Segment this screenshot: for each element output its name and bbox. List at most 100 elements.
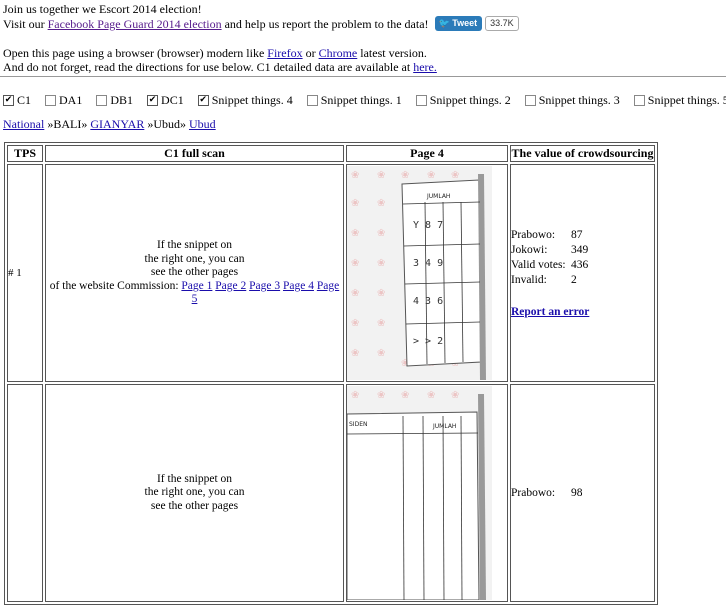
- filter-bar: ✔ C1 DA1 DB1 ✔ DC1 ✔ Snippet things. 4 Snippet t…: [3, 92, 726, 108]
- vote-label: Prabowo:: [511, 228, 556, 241]
- filter-snippet-things-4[interactable]: ✔ Snippet things. 4: [197, 92, 293, 108]
- svg-text:❀: ❀: [351, 348, 359, 359]
- c1-snippet-image[interactable]: ❀❀❀❀❀ ❀❀❀❀ ❀❀❀❀ ❀❀❀❀ ❀❀❀ JUMLAH: [347, 166, 492, 380]
- page-link-3[interactable]: Page 3: [249, 280, 280, 292]
- svg-text:❀: ❀: [351, 258, 359, 269]
- tweet-widget[interactable]: 🐦 Tweet 33.7K: [434, 15, 519, 32]
- svg-text:❀: ❀: [401, 390, 409, 401]
- vote-label: Jokowi:: [511, 243, 548, 256]
- c1-snippet-image[interactable]: ❀❀❀❀❀ ❀❀❀❀ SIDEN JUMLAH: [347, 386, 492, 600]
- tps-cell: [7, 384, 43, 602]
- checkbox-empty-icon[interactable]: [45, 94, 57, 106]
- intro-line-2: Visit our Facebook Page Guard 2014 elect…: [3, 15, 519, 33]
- page-link-1[interactable]: Page 1: [181, 280, 212, 292]
- filter-label: DC1: [161, 93, 184, 107]
- vote-value: 349: [571, 243, 589, 256]
- svg-text:❀: ❀: [377, 258, 385, 269]
- snippet-header-left: SIDEN: [349, 421, 367, 428]
- snippet-svg: ❀❀❀❀❀ ❀❀❀❀ SIDEN JUMLAH: [347, 386, 492, 600]
- twitter-bird-icon: 🐦: [438, 18, 450, 29]
- vote-label: Valid votes:: [511, 258, 566, 271]
- breadcrumb-gianyar[interactable]: GIANYAR: [90, 117, 144, 131]
- checkbox-checked-icon[interactable]: ✔: [147, 94, 159, 106]
- filter-c1[interactable]: ✔ C1: [3, 92, 31, 108]
- filter-label: Snippet things. 5: [647, 93, 726, 107]
- header-tps: TPS: [7, 145, 43, 162]
- checkbox-empty-icon[interactable]: [96, 94, 108, 106]
- breadcrumb-ubud[interactable]: Ubud: [189, 117, 216, 131]
- header-c1-scan: C1 full scan: [45, 145, 344, 162]
- vote-label: Invalid:: [511, 273, 547, 286]
- filter-label: C1: [17, 93, 32, 107]
- crowdsourcing-cell: Prabowo: 87 Jokowi: 349 Valid votes: 436 Inval…: [510, 164, 655, 382]
- svg-text:❀: ❀: [351, 390, 359, 401]
- snippet-header: JUMLAH: [426, 193, 450, 200]
- filter-snippet-things-1[interactable]: Snippet things. 1: [306, 92, 402, 108]
- filter-snippet-things-2[interactable]: Snippet things. 2: [415, 92, 511, 108]
- page-link-2[interactable]: Page 2: [215, 280, 246, 292]
- header-page: Page 4: [346, 145, 508, 162]
- vote-value: 87: [571, 228, 583, 241]
- checkbox-empty-icon[interactable]: [415, 94, 427, 106]
- tps-cell: # 1: [7, 164, 43, 382]
- checkbox-checked-icon[interactable]: ✔: [3, 94, 14, 106]
- filter-dc1[interactable]: ✔ DC1: [147, 92, 184, 108]
- svg-text:❀: ❀: [377, 288, 385, 299]
- data-line: And do not forget, read the directions f…: [3, 60, 437, 74]
- svg-text:❀: ❀: [377, 198, 385, 209]
- snippet-row-3: 4 3 6: [413, 296, 443, 307]
- tweet-button[interactable]: 🐦 Tweet: [434, 16, 483, 32]
- svg-text:❀: ❀: [377, 348, 385, 359]
- svg-text:❀: ❀: [351, 198, 359, 209]
- browser-line: Open this page using a browser (browser)…: [3, 46, 427, 60]
- intro-directions: Open this page using a browser (browser)…: [3, 46, 437, 74]
- filter-label: Snippet things. 3: [538, 93, 620, 107]
- header-crowdsourcing: The value of crowdsourcing: [510, 145, 655, 162]
- filter-db1[interactable]: DB1: [96, 92, 133, 108]
- svg-text:❀: ❀: [351, 170, 359, 181]
- checkbox-empty-icon[interactable]: [524, 94, 536, 106]
- firefox-link[interactable]: Firefox: [267, 46, 302, 60]
- snippet-svg: ❀❀❀❀❀ ❀❀❀❀ ❀❀❀❀ ❀❀❀❀ ❀❀❀ JUMLAH: [347, 166, 492, 380]
- filter-label: DA1: [59, 93, 83, 107]
- divider: [0, 76, 726, 77]
- filter-snippet-things-3[interactable]: Snippet things. 3: [524, 92, 620, 108]
- filter-label: Snippet things. 1: [320, 93, 402, 107]
- svg-text:❀: ❀: [351, 228, 359, 239]
- svg-text:❀: ❀: [377, 318, 385, 329]
- svg-text:❀: ❀: [427, 170, 435, 181]
- checkbox-empty-icon[interactable]: [306, 94, 318, 106]
- svg-text:❀: ❀: [377, 170, 385, 181]
- checkbox-empty-icon[interactable]: [633, 94, 645, 106]
- checkbox-checked-icon[interactable]: ✔: [197, 94, 209, 106]
- filter-label: DB1: [110, 93, 134, 107]
- vote-value: 98: [571, 486, 583, 499]
- filter-da1[interactable]: DA1: [45, 92, 82, 108]
- tweet-count: 33.7K: [485, 16, 519, 32]
- breadcrumb-national[interactable]: National: [3, 117, 44, 131]
- vote-summary: Prabowo: 98: [511, 486, 654, 501]
- svg-text:❀: ❀: [401, 170, 409, 181]
- snippet-row-4: > > 2: [413, 336, 443, 347]
- crowdsourcing-cell: Prabowo: 98: [510, 384, 655, 602]
- vote-row: Valid votes: 436: [511, 258, 654, 273]
- table-row: If the snippet on the right one, you can…: [7, 384, 655, 602]
- report-error-link[interactable]: Report an error: [511, 306, 589, 318]
- svg-text:❀: ❀: [451, 170, 459, 181]
- filter-snippet-things-5[interactable]: Snippet things. 5: [633, 92, 726, 108]
- vote-row: Prabowo: 87: [511, 228, 654, 243]
- results-table: TPS C1 full scan Page 4 The value of cro…: [4, 142, 658, 605]
- chrome-link[interactable]: Chrome: [319, 46, 358, 60]
- facebook-page-link[interactable]: Facebook Page Guard 2014 election: [48, 17, 222, 31]
- snippet-row-1: Y 8 7: [413, 220, 443, 231]
- snippet-header: JUMLAH: [432, 423, 456, 430]
- here-link[interactable]: here.: [413, 60, 437, 74]
- vote-row: Invalid: 2: [511, 273, 654, 288]
- scan-cell: If the snippet on the right one, you can…: [45, 384, 344, 602]
- page-link-4[interactable]: Page 4: [283, 280, 314, 292]
- filter-label: Snippet things. 2: [429, 93, 511, 107]
- vote-row: Jokowi: 349: [511, 243, 654, 258]
- scan-cell: If the snippet on the right one, you can…: [45, 164, 344, 382]
- svg-text:❀: ❀: [451, 390, 459, 401]
- snippet-cell: ❀❀❀❀❀ ❀❀❀❀ SIDEN JUMLAH: [346, 384, 508, 602]
